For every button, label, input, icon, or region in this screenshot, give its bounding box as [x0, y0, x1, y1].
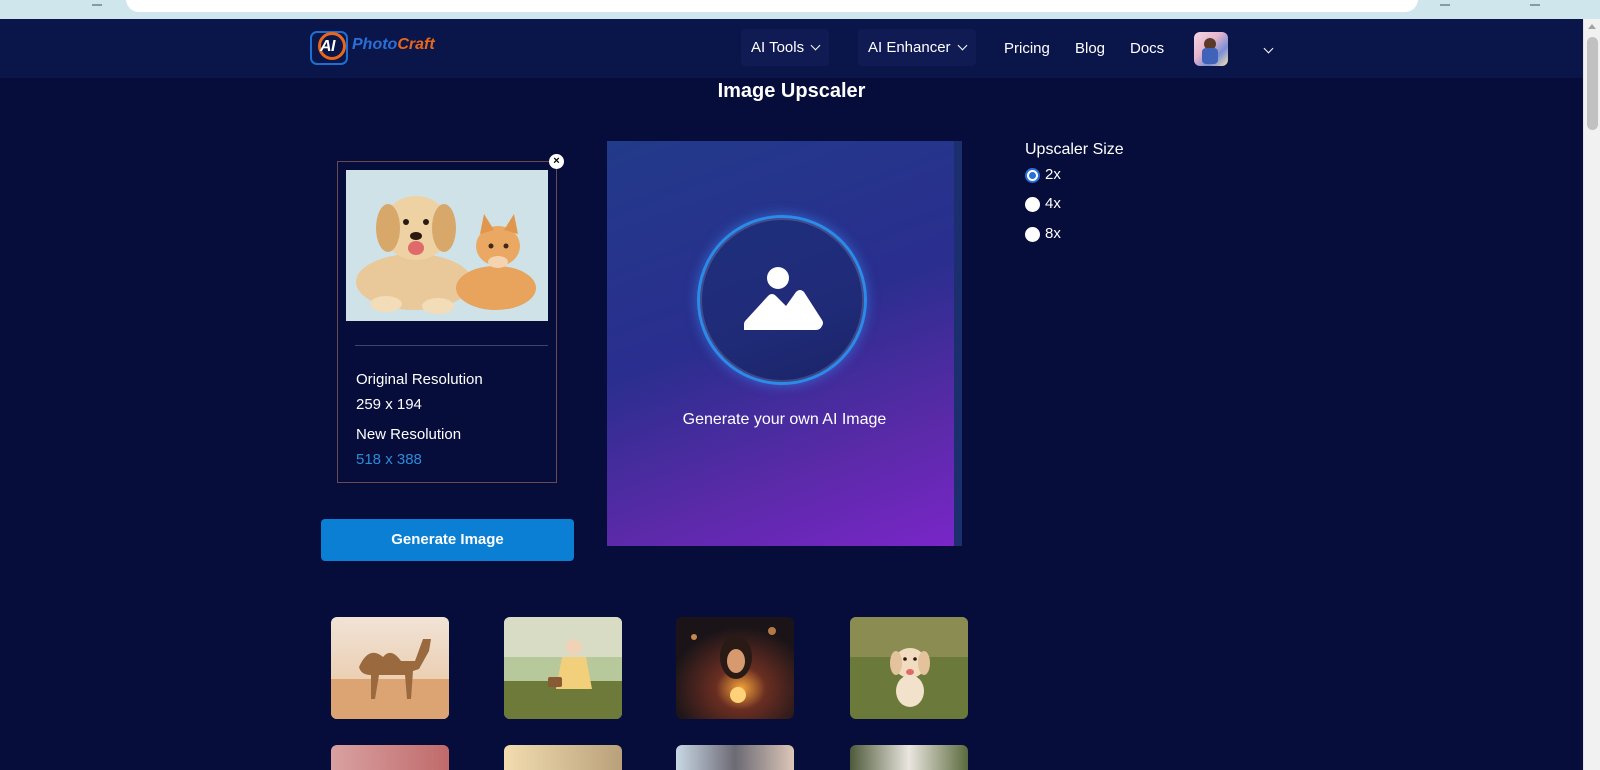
scroll-up-arrow-icon[interactable]	[1588, 24, 1596, 29]
user-avatar[interactable]	[1194, 32, 1228, 66]
radio-2x[interactable]	[1025, 168, 1040, 183]
logo-wordmark: PhotoCraft	[352, 36, 435, 53]
account-menu-chevron-icon[interactable]	[1263, 43, 1274, 54]
sample-image-child-meadow[interactable]	[504, 617, 622, 719]
nav-ai-enhancer-dropdown[interactable]: AI Enhancer	[858, 29, 976, 66]
logo-ai-text: AI	[320, 38, 336, 55]
remove-image-close-icon[interactable]: ×	[549, 154, 564, 169]
original-resolution-value: 259 x 194	[356, 396, 422, 413]
sample-image-sunlit[interactable]	[504, 745, 622, 770]
radio-8x-label: 8x	[1045, 225, 1061, 242]
image-placeholder-circle	[697, 215, 867, 385]
scroll-thumb[interactable]	[1587, 37, 1598, 130]
nav-docs-link[interactable]: Docs	[1130, 40, 1164, 57]
result-preview-panel: Generate your own AI Image	[607, 141, 962, 546]
nav-pricing-link[interactable]: Pricing	[1004, 40, 1050, 57]
radio-4x[interactable]	[1025, 197, 1040, 212]
sample-image-white-flowers[interactable]	[850, 745, 968, 770]
sample-image-puppy-grass[interactable]	[850, 617, 968, 719]
radio-4x-label: 4x	[1045, 195, 1061, 212]
browser-address-bar[interactable]	[126, 0, 1418, 12]
browser-menu-icon[interactable]	[1530, 0, 1540, 6]
new-resolution-label: New Resolution	[356, 426, 462, 443]
page-scrollbar[interactable]	[1583, 19, 1600, 770]
upscaler-size-label: Upscaler Size	[1025, 141, 1124, 158]
sample-image-two-people[interactable]	[676, 745, 794, 770]
browser-back-icon[interactable]	[92, 0, 102, 6]
nav-ai-enhancer-label: AI Enhancer	[868, 39, 951, 56]
browser-extension-icon[interactable]	[1440, 0, 1450, 6]
generate-image-button[interactable]: Generate Image	[321, 519, 574, 561]
radio-2x-label: 2x	[1045, 166, 1061, 183]
chevron-down-icon	[810, 40, 821, 51]
nav-ai-tools-dropdown[interactable]: AI Tools	[741, 29, 830, 66]
nav-ai-tools-label: AI Tools	[751, 39, 805, 56]
top-navbar: AI PhotoCraft AI Tools AI Enhancer Prici…	[0, 19, 1583, 78]
radio-8x[interactable]	[1025, 227, 1040, 242]
uploaded-image-thumbnail	[346, 170, 548, 321]
image-placeholder-icon	[744, 267, 823, 330]
sample-image-woman-lights[interactable]	[676, 617, 794, 719]
card-divider	[355, 345, 548, 346]
page-title: Image Upscaler	[717, 80, 866, 102]
preview-edge	[954, 141, 962, 546]
aiphotocraft-logo[interactable]: AI PhotoCraft	[310, 27, 440, 67]
nav-blog-link[interactable]: Blog	[1075, 40, 1105, 57]
preview-caption: Generate your own AI Image	[682, 411, 887, 428]
chevron-down-icon	[957, 40, 968, 51]
sample-image-pink-blur[interactable]	[331, 745, 449, 770]
sample-image-camel[interactable]	[331, 617, 449, 719]
original-resolution-label: Original Resolution	[356, 371, 483, 388]
new-resolution-value: 518 x 388	[356, 451, 422, 468]
